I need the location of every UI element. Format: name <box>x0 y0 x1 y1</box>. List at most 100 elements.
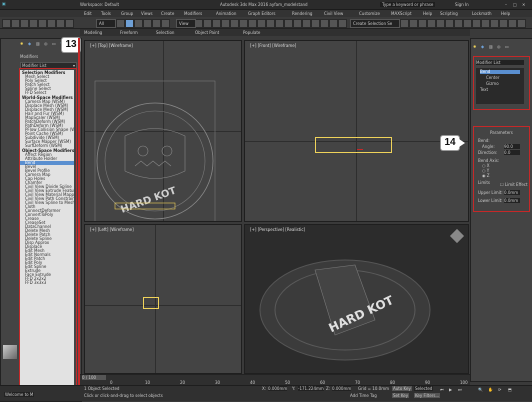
toolbar-tool-icon[interactable] <box>311 19 320 28</box>
bend-axis-radio[interactable]: ◉ Z <box>482 174 490 178</box>
reference-coord-dropdown[interactable]: View <box>176 19 196 28</box>
menu-item[interactable]: Graph Editors <box>248 11 275 16</box>
play-icon[interactable]: ▶ <box>449 387 452 392</box>
menu-item[interactable]: Group <box>121 11 133 16</box>
toolbar-tool-icon[interactable] <box>38 19 47 28</box>
menu-item[interactable]: Lockmath <box>472 11 492 16</box>
modify-tab-icon[interactable]: ◆ <box>481 44 484 49</box>
create-tab-icon[interactable]: ✹ <box>473 44 476 49</box>
menu-item[interactable]: Rendering <box>292 11 312 16</box>
left-bend-object[interactable] <box>143 297 159 309</box>
toolbar-tool-icon[interactable] <box>2 19 11 28</box>
menu-item[interactable]: Civil View <box>324 11 343 16</box>
toolbar-tool-icon[interactable] <box>239 19 248 28</box>
toolbar-tool-icon[interactable] <box>266 19 275 28</box>
z-coordinate[interactable]: 0.000mm <box>332 386 352 391</box>
toolbar-tool-icon[interactable] <box>427 19 436 28</box>
toolbar-tool-icon[interactable] <box>454 19 463 28</box>
toolbar-tool-icon[interactable] <box>463 19 472 28</box>
maxscript-listener[interactable]: Welcome to M <box>4 392 35 397</box>
angle-spinner[interactable]: 90.0 <box>504 144 520 149</box>
selected-dropdown[interactable]: Selected <box>414 386 434 391</box>
viewport-front-label[interactable]: [+] [Front] [Wireframe] <box>250 43 296 48</box>
add-time-tag-button[interactable]: Add Time Tag <box>350 393 377 398</box>
viewport-perspective[interactable]: [+] [Perspective] [Realistic] HARD KOT <box>244 224 469 374</box>
ribbon-tab[interactable]: Object Paint <box>195 30 219 35</box>
toolbar-tool-icon[interactable] <box>302 19 311 28</box>
menu-item[interactable]: Help <box>423 11 432 16</box>
toolbar-tool-icon[interactable] <box>517 19 526 28</box>
hierarchy-tab-icon[interactable]: ▥ <box>36 41 40 46</box>
toolbar-tool-icon[interactable] <box>329 19 338 28</box>
toolbar-tool-icon[interactable] <box>203 19 212 28</box>
app-logo-icon[interactable]: ▣ <box>2 1 6 6</box>
toolbar-tool-icon[interactable] <box>400 19 409 28</box>
ribbon-tab[interactable]: Modeling <box>84 30 102 35</box>
menu-item[interactable]: Views <box>141 11 153 16</box>
search-input[interactable]: Type a keyword or phrase <box>380 2 436 7</box>
toolbar-tool-icon[interactable] <box>293 19 302 28</box>
toolbar-tool-icon[interactable] <box>248 19 257 28</box>
menu-item[interactable]: MAXScript <box>391 11 412 16</box>
orbit-icon[interactable]: ⟳ <box>498 387 501 392</box>
toolbar-tool-icon[interactable] <box>125 19 134 28</box>
modifier-stack-item[interactable]: Gizmo <box>486 82 499 86</box>
x-coordinate[interactable]: 0.000mm <box>268 386 288 391</box>
toolbar-tool-icon[interactable] <box>143 19 152 28</box>
viewport-top[interactable]: [+] [Top] [Wireframe] HARD KOT <box>84 40 242 222</box>
toolbar-tool-icon[interactable] <box>338 19 347 28</box>
menu-item[interactable]: Customize <box>359 11 380 16</box>
toolbar-tool-icon[interactable] <box>152 19 161 28</box>
toolbar-tool-icon[interactable] <box>20 19 29 28</box>
menu-item[interactable]: Modifiers <box>184 11 202 16</box>
workspace-selector[interactable]: Workspace: Default <box>80 2 119 7</box>
modifier-list-title[interactable]: Modifier List <box>476 60 524 65</box>
toolbar-tool-icon[interactable] <box>221 19 230 28</box>
modifier-stack-item[interactable]: Bend <box>480 70 520 74</box>
maximize-button[interactable]: □ <box>513 2 517 7</box>
toolbar-tool-icon[interactable] <box>56 19 65 28</box>
create-tab-icon[interactable]: ✹ <box>20 41 23 46</box>
close-button[interactable]: ✕ <box>522 2 525 7</box>
display-tab-icon[interactable]: ▭ <box>52 41 56 46</box>
direction-spinner[interactable]: 0.0 <box>504 150 520 155</box>
toolbar-tool-icon[interactable] <box>65 19 74 28</box>
toolbar-tool-icon[interactable] <box>212 19 221 28</box>
named-selection-input[interactable]: Create Selection Se <box>350 19 400 28</box>
viewport-front[interactable]: [+] [Front] [Wireframe] <box>244 40 469 222</box>
time-slider[interactable]: 0 / 100 <box>82 375 106 380</box>
toolbar-tool-icon[interactable] <box>284 19 293 28</box>
ribbon-tab[interactable]: Populate <box>243 30 260 35</box>
toolbar-tool-icon[interactable] <box>11 19 20 28</box>
viewport-left[interactable]: [+] [Left] [Wireframe] <box>84 224 242 374</box>
toolbar-tool-icon[interactable] <box>47 19 56 28</box>
toolbar-tool-icon[interactable] <box>499 19 508 28</box>
toolbar-tool-icon[interactable] <box>257 19 266 28</box>
motion-tab-icon[interactable]: ◎ <box>497 44 501 49</box>
limit-effect-checkbox[interactable]: ☐ Limit Effect <box>500 182 528 187</box>
toolbar-tool-icon[interactable] <box>134 19 143 28</box>
menu-item[interactable]: Create <box>161 11 174 16</box>
key-filters-button[interactable]: Key Filters... <box>414 393 441 398</box>
modify-tab-icon[interactable]: ◆ <box>28 41 31 46</box>
upper-limit-spinner[interactable]: 0.0mm <box>504 190 520 195</box>
menu-item[interactable]: Tools <box>101 11 111 16</box>
pan-icon[interactable]: ✋ <box>488 387 493 392</box>
menu-item[interactable]: Edit <box>84 11 92 16</box>
hierarchy-tab-icon[interactable]: ▥ <box>489 44 493 49</box>
viewport-left-label[interactable]: [+] [Left] [Wireframe] <box>90 227 134 232</box>
menu-item[interactable]: Animation <box>216 11 236 16</box>
toolbar-tool-icon[interactable] <box>116 19 125 28</box>
toolbar-tool-icon[interactable] <box>508 19 517 28</box>
set-key-button[interactable]: Set Key <box>392 393 410 398</box>
modifier-stack-item[interactable]: Text <box>480 88 488 92</box>
motion-tab-icon[interactable]: ◎ <box>44 41 48 46</box>
timeline[interactable]: 0 10 20 30 40 50 60 70 80 90 100 <box>80 374 470 385</box>
goto-end-icon[interactable]: ⏭ <box>458 387 462 392</box>
ribbon-tab[interactable]: Freeform <box>120 30 138 35</box>
toolbar-tool-icon[interactable] <box>436 19 445 28</box>
auto-key-button[interactable]: Auto Key <box>392 386 412 391</box>
toolbar-tool-icon[interactable] <box>320 19 329 28</box>
lower-limit-spinner[interactable]: 0.0mm <box>504 198 520 203</box>
toolbar-tool-icon[interactable] <box>481 19 490 28</box>
